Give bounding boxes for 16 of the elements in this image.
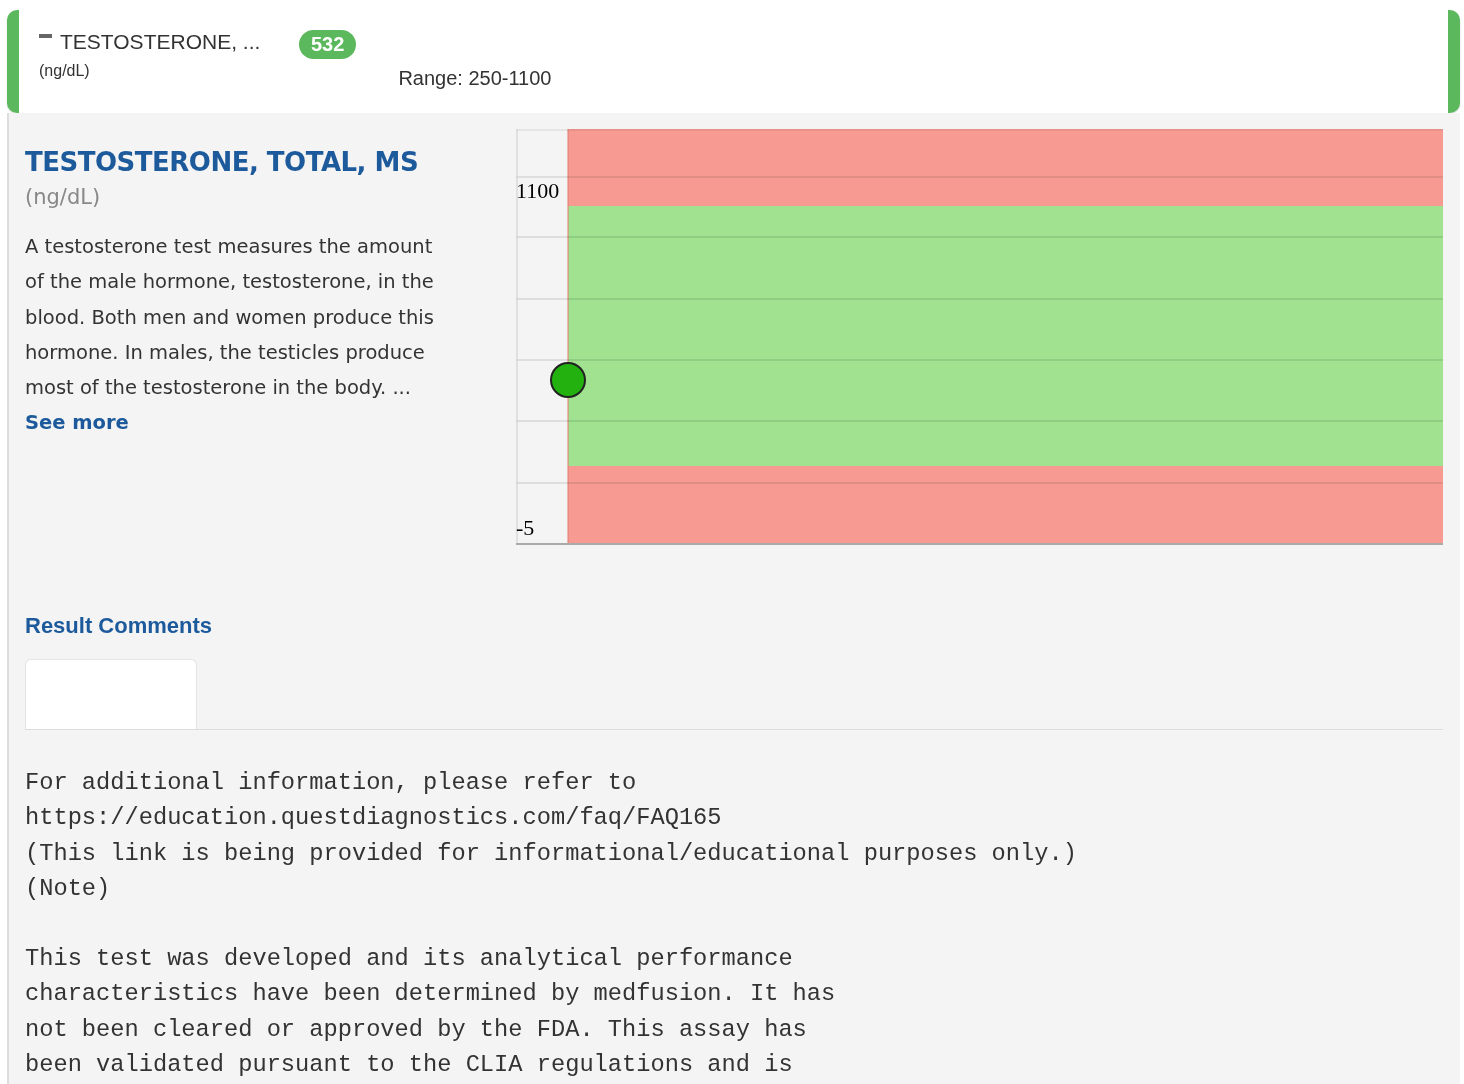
collapse-icon[interactable]: [39, 34, 52, 38]
axis-label: 1100: [516, 178, 560, 203]
result-summary-card[interactable]: TESTOSTERONE, ... (ng/dL) 532 Range: 250-1100: [7, 10, 1460, 113]
test-description: A testosterone test measures the amount of the male hormone, testosterone, in the blood. Both men and women produce this hormone. In males, the testicles produce most of the testosterone in the body. ... See more: [25, 234, 435, 437]
see-more-link[interactable]: See more: [25, 411, 129, 435]
range-label: Range: 250-1100: [398, 67, 552, 90]
test-title: TESTOSTERONE, TOTAL, MS: [25, 147, 420, 177]
test-name: TESTOSTERONE, ...: [60, 30, 261, 54]
section-heading: Result Comments: [25, 613, 214, 639]
unit-label: (ng/dL): [39, 62, 91, 80]
axis-label: -5: [516, 515, 535, 540]
unit-label: (ng/dL): [25, 185, 102, 209]
comment-text: This test was developed and its analytical performance characteristics have been determined by medfusion. It has not been cleared or approved by the FDA. This assay has been validated pursuant to the CLIA regulations and is: [25, 944, 837, 1081]
comment-text: For additional information, please refer to https://education.questdiagnostics.com/faq/FAQ165 (This link is being provided for informational/educational purposes only.) (Note): [25, 768, 1078, 904]
result-badge: 532: [299, 30, 357, 59]
comment-tab[interactable]: [25, 659, 197, 729]
